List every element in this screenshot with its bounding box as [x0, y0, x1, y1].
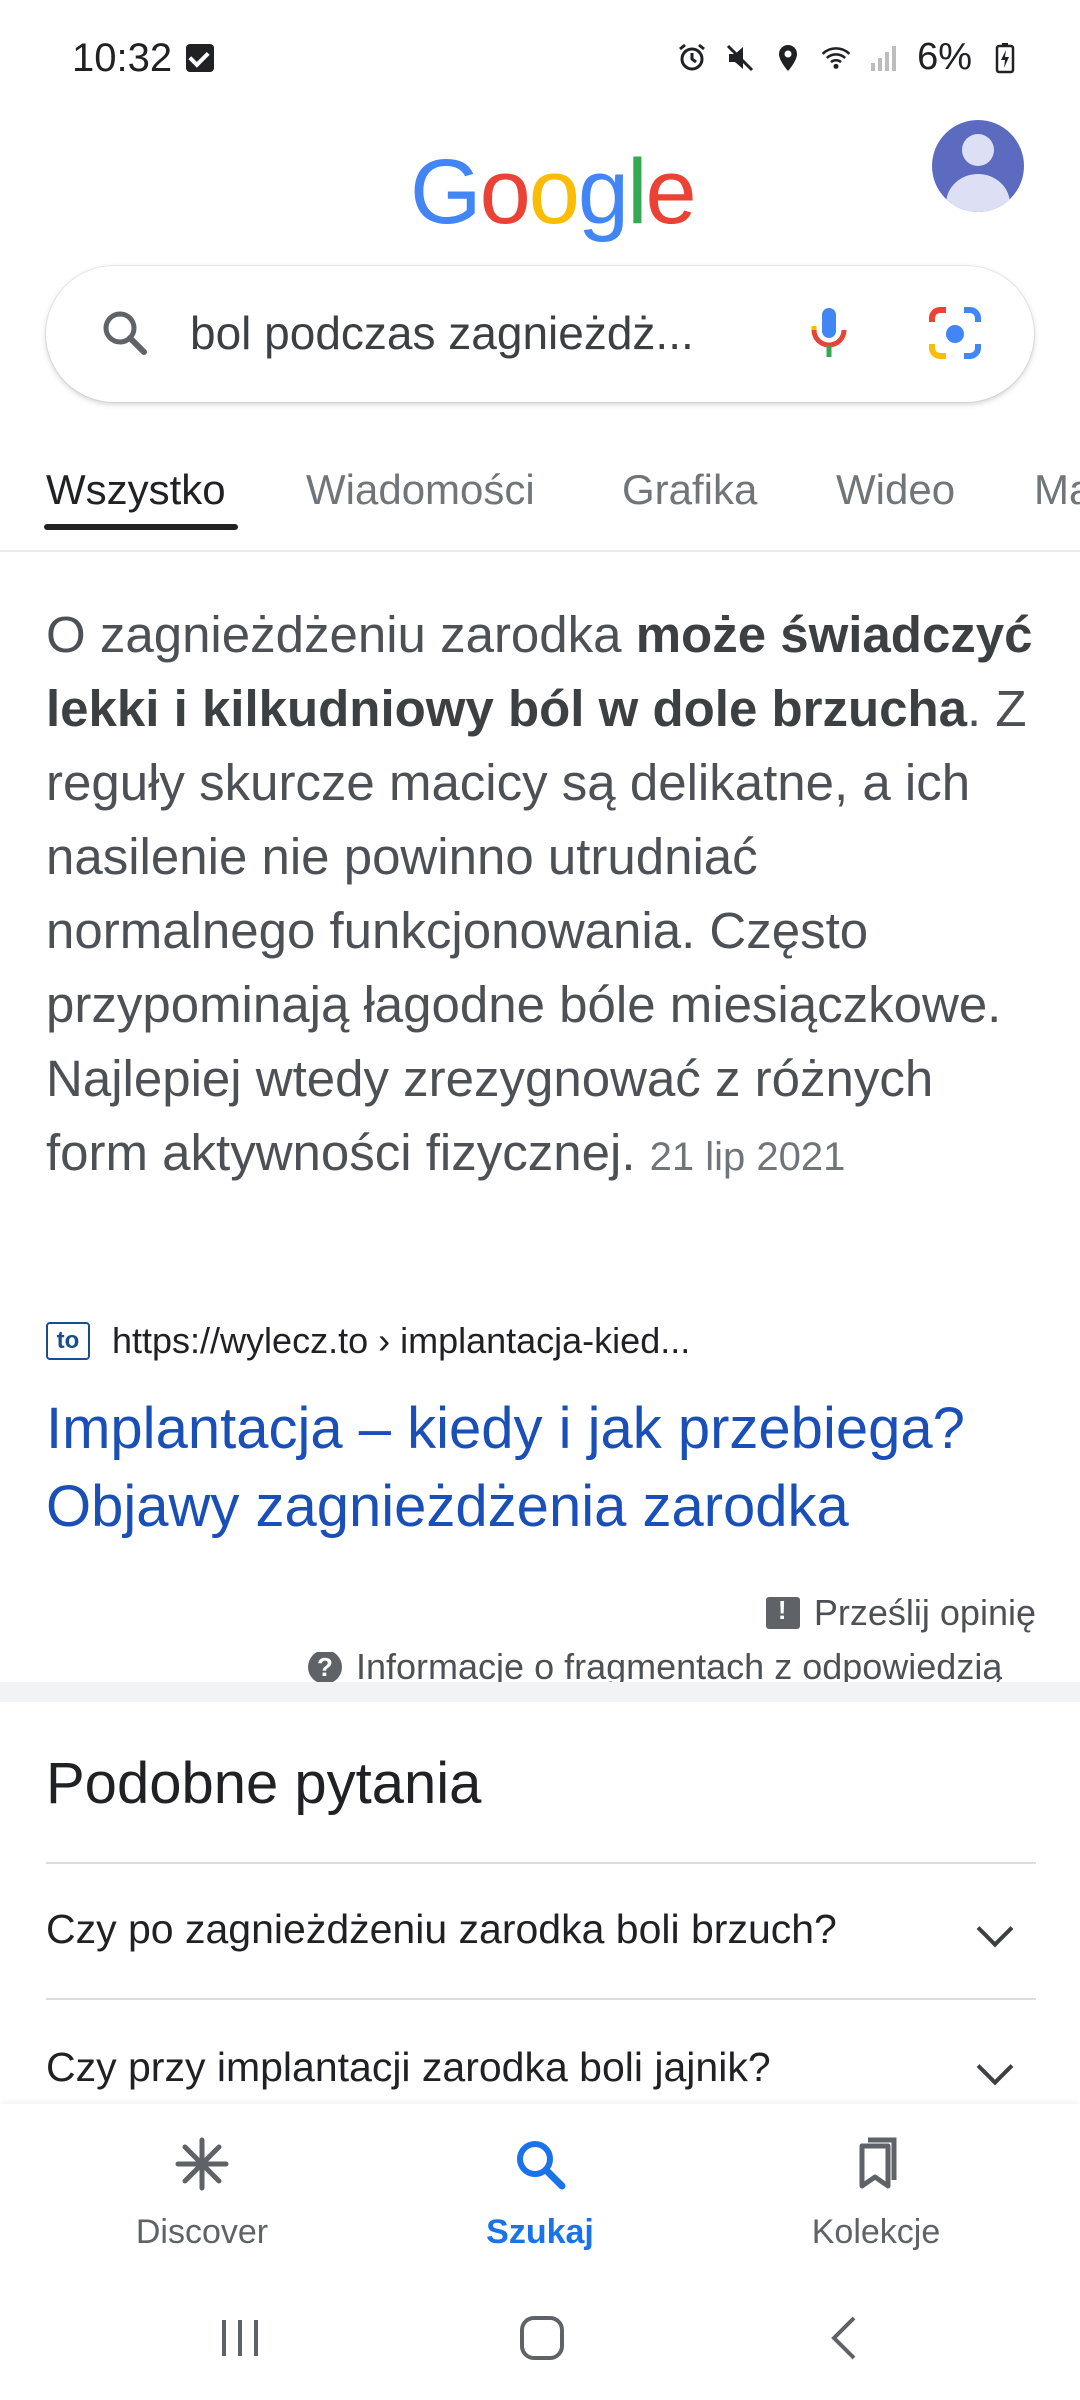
search-icon[interactable] — [98, 306, 154, 362]
check-notification-icon — [186, 44, 214, 72]
about-snippets-link[interactable]: ? Informacje o fragmentach z odpowiedzią — [308, 1652, 1002, 1682]
signal-icon — [869, 43, 899, 73]
search-icon — [517, 2141, 566, 2190]
recent-apps-icon[interactable] — [218, 2316, 262, 2365]
search-tabs: Wszystko Wiadomości Grafika Wideo Ma — [0, 440, 1080, 550]
help-icon: ? — [308, 1652, 342, 1682]
nav-search[interactable]: Szukaj — [420, 2134, 660, 2252]
status-icons: 6% — [677, 36, 1020, 79]
divider — [46, 1998, 1036, 2000]
tab-images[interactable]: Grafika — [622, 466, 757, 514]
tabs-divider — [0, 550, 1080, 552]
related-question[interactable]: Czy po zagnieżdżeniu zarodka boli brzuch… — [46, 1906, 837, 1953]
tab-news[interactable]: Wiadomości — [306, 466, 535, 514]
battery-charging-icon — [990, 42, 1020, 73]
featured-snippet-text: O zagnieżdżeniu zarodka może świadczyć l… — [46, 598, 1036, 1194]
system-navigation-bar — [0, 2280, 1080, 2400]
status-bar: 10:32 6% — [0, 0, 1080, 120]
result-title-link[interactable]: Implantacja – kiedy i jak przebiega? Obj… — [46, 1390, 1046, 1546]
search-box[interactable]: bol podczas zagnieżdż... — [46, 266, 1034, 402]
related-questions-title: Podobne pytania — [46, 1751, 482, 1816]
nav-search-label: Szukaj — [486, 2213, 594, 2251]
microphone-icon[interactable] — [796, 300, 862, 366]
nav-collections[interactable]: Kolekcje — [756, 2134, 996, 2252]
nav-discover-label: Discover — [135, 2213, 269, 2251]
site-favicon: to — [46, 1322, 90, 1360]
bottom-navigation: Discover Szukaj Kolekcje — [0, 2104, 1080, 2280]
result-source[interactable]: to https://wylecz.to › implantacja-kied.… — [46, 1320, 690, 1362]
back-icon[interactable] — [826, 2314, 862, 2367]
nav-collections-label: Kolekcje — [811, 2213, 941, 2251]
result-url[interactable]: https://wylecz.to › implantacja-kied... — [112, 1320, 690, 1362]
status-time: 10:32 — [72, 36, 173, 80]
search-query[interactable]: bol podczas zagnieżdż... — [190, 306, 694, 360]
snippet-date: 21 lip 2021 — [649, 1135, 846, 1179]
divider — [46, 1862, 1036, 1864]
google-logo[interactable]: Google — [410, 140, 697, 245]
about-label: Informacje o fragmentach z odpowiedzią — [356, 1652, 1003, 1682]
home-icon[interactable] — [518, 2314, 566, 2367]
snippet-text-start: O zagnieżdżeniu zarodka — [46, 606, 636, 663]
account-avatar[interactable] — [932, 120, 1024, 212]
snippet-text-end: . Z reguły skurcze macicy są delikatne, … — [46, 680, 1027, 1181]
battery-percent: 6% — [917, 36, 972, 78]
feedback-icon — [765, 1595, 800, 1629]
location-icon — [773, 43, 803, 73]
related-question[interactable]: Czy przy implantacji zarodka boli jajnik… — [46, 2044, 771, 2091]
tab-more[interactable]: Ma — [1034, 466, 1080, 514]
mute-icon — [725, 43, 755, 73]
tab-all[interactable]: Wszystko — [46, 466, 226, 514]
avatar-head — [962, 134, 994, 166]
alarm-icon — [677, 43, 707, 73]
feedback-button[interactable]: Prześlij opinię — [765, 1592, 1036, 1634]
google-lens-icon[interactable] — [922, 300, 988, 366]
section-separator — [0, 1682, 1080, 1702]
feedback-label: Prześlij opinię — [813, 1592, 1036, 1633]
active-tab-indicator — [44, 524, 238, 530]
bookmarks-icon — [859, 2137, 897, 2189]
avatar-body — [946, 174, 1010, 212]
asterisk-icon — [175, 2137, 229, 2191]
tab-videos[interactable]: Wideo — [836, 466, 955, 514]
wifi-icon — [821, 43, 851, 73]
chevron-down-icon[interactable] — [976, 1910, 1014, 1948]
chevron-down-icon[interactable] — [976, 2048, 1014, 2086]
nav-discover[interactable]: Discover — [82, 2134, 322, 2252]
